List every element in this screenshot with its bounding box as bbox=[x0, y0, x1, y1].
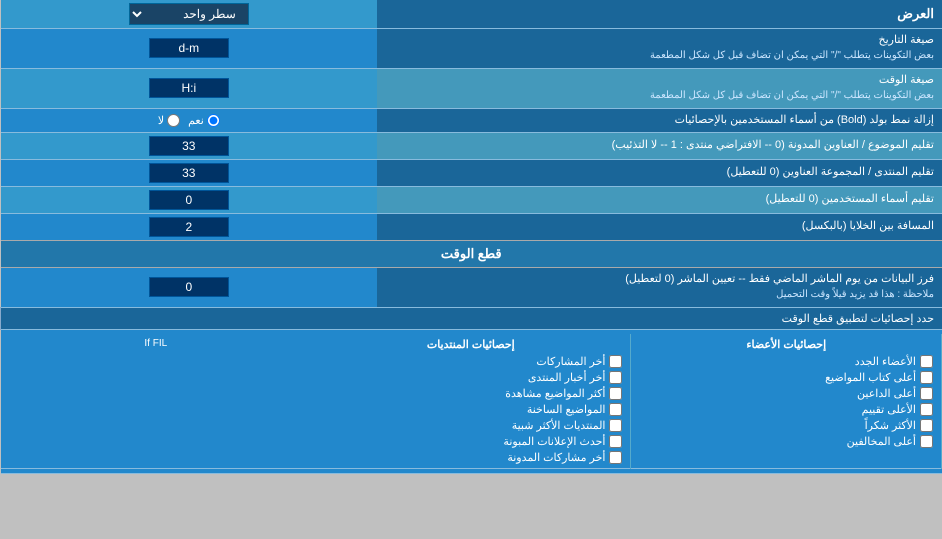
cb-most-thanked[interactable]: الأكثر شكراً bbox=[639, 419, 933, 432]
topic-align-cell bbox=[1, 132, 378, 159]
cell-spacing-label: المسافة بين الخلايا (بالبكسل) bbox=[377, 213, 942, 240]
forum-align-label: تقليم المنتدى / المجموعة العناوين (0 للت… bbox=[377, 159, 942, 186]
display-dropdown-cell: سطر واحد سطرين ثلاثة أسطر bbox=[1, 0, 378, 29]
cutoff-cell bbox=[1, 267, 378, 307]
cell-spacing-input[interactable] bbox=[149, 217, 229, 237]
date-format-input[interactable] bbox=[149, 38, 229, 58]
forum-align-input[interactable] bbox=[149, 163, 229, 183]
col1-header: إحصائيات المنتديات bbox=[319, 338, 622, 351]
cb-latest-announcements[interactable]: أحدث الإعلانات المبونة bbox=[319, 435, 622, 448]
cb-most-similar[interactable]: المنتديات الأكثر شبية bbox=[319, 419, 622, 432]
cb-new-members[interactable]: الأعضاء الجدد bbox=[639, 355, 933, 368]
topic-align-input[interactable] bbox=[149, 136, 229, 156]
radio-no[interactable]: لا bbox=[158, 114, 180, 127]
user-align-input[interactable] bbox=[149, 190, 229, 210]
cell-spacing-cell bbox=[1, 213, 378, 240]
cutoff-input[interactable] bbox=[149, 277, 229, 297]
forum-align-cell bbox=[1, 159, 378, 186]
section-title: العرض bbox=[377, 0, 942, 29]
date-format-cell bbox=[1, 29, 378, 69]
cb-last-posts[interactable]: أخر المشاركات bbox=[319, 355, 622, 368]
cb-top-authors[interactable]: أعلى كتاب المواضيع bbox=[639, 371, 933, 384]
time-format-cell bbox=[1, 68, 378, 108]
col2-header: إحصائيات الأعضاء bbox=[639, 338, 933, 351]
time-format-label: صيغة الوقت بعض التكوينات يتطلب "/" التي … bbox=[377, 68, 942, 108]
time-format-input[interactable] bbox=[149, 78, 229, 98]
cb-most-viewed[interactable]: أكثر المواضيع مشاهدة bbox=[319, 387, 622, 400]
col2-checkboxes: الأعضاء الجدد أعلى كتاب المواضيع أعلى ال… bbox=[639, 355, 933, 448]
bold-remove-label: إزالة نمط بولد (Bold) من أسماء المستخدمي… bbox=[377, 108, 942, 132]
bold-remove-cell: نعم لا bbox=[1, 108, 378, 132]
cb-top-violators[interactable]: أعلى المخالفين bbox=[639, 435, 933, 448]
limit-label: حدد إحصائيات لتطبيق قطع الوقت bbox=[1, 307, 942, 329]
topic-align-label: تقليم الموضوع / العناوين المدونة (0 -- ا… bbox=[377, 132, 942, 159]
cb-top-inviters[interactable]: أعلى الداعين bbox=[639, 387, 933, 400]
cutoff-label: فرز البيانات من يوم الماشر الماضي فقط --… bbox=[377, 267, 942, 307]
cb-top-rated[interactable]: الأعلى تقييم bbox=[639, 403, 933, 416]
col1-checkboxes: أخر المشاركات أخر أخبار المنتدى أكثر الم… bbox=[319, 355, 622, 464]
fil-label: If FIL bbox=[9, 338, 304, 349]
cb-last-news[interactable]: أخر أخبار المنتدى bbox=[319, 371, 622, 384]
user-align-label: تقليم أسماء المستخدمين (0 للتعطيل) bbox=[377, 186, 942, 213]
user-align-cell bbox=[1, 186, 378, 213]
cb-last-blog-posts[interactable]: أخر مشاركات المدونة bbox=[319, 451, 622, 464]
radio-yes[interactable]: نعم bbox=[188, 114, 220, 127]
cb-hot-topics[interactable]: المواضيع الساخنة bbox=[319, 403, 622, 416]
date-format-label: صيغة التاريخ بعض التكوينات يتطلب "/" الت… bbox=[377, 29, 942, 69]
display-dropdown[interactable]: سطر واحد سطرين ثلاثة أسطر bbox=[129, 3, 249, 25]
cutoff-section-header: قطع الوقت bbox=[1, 240, 942, 267]
